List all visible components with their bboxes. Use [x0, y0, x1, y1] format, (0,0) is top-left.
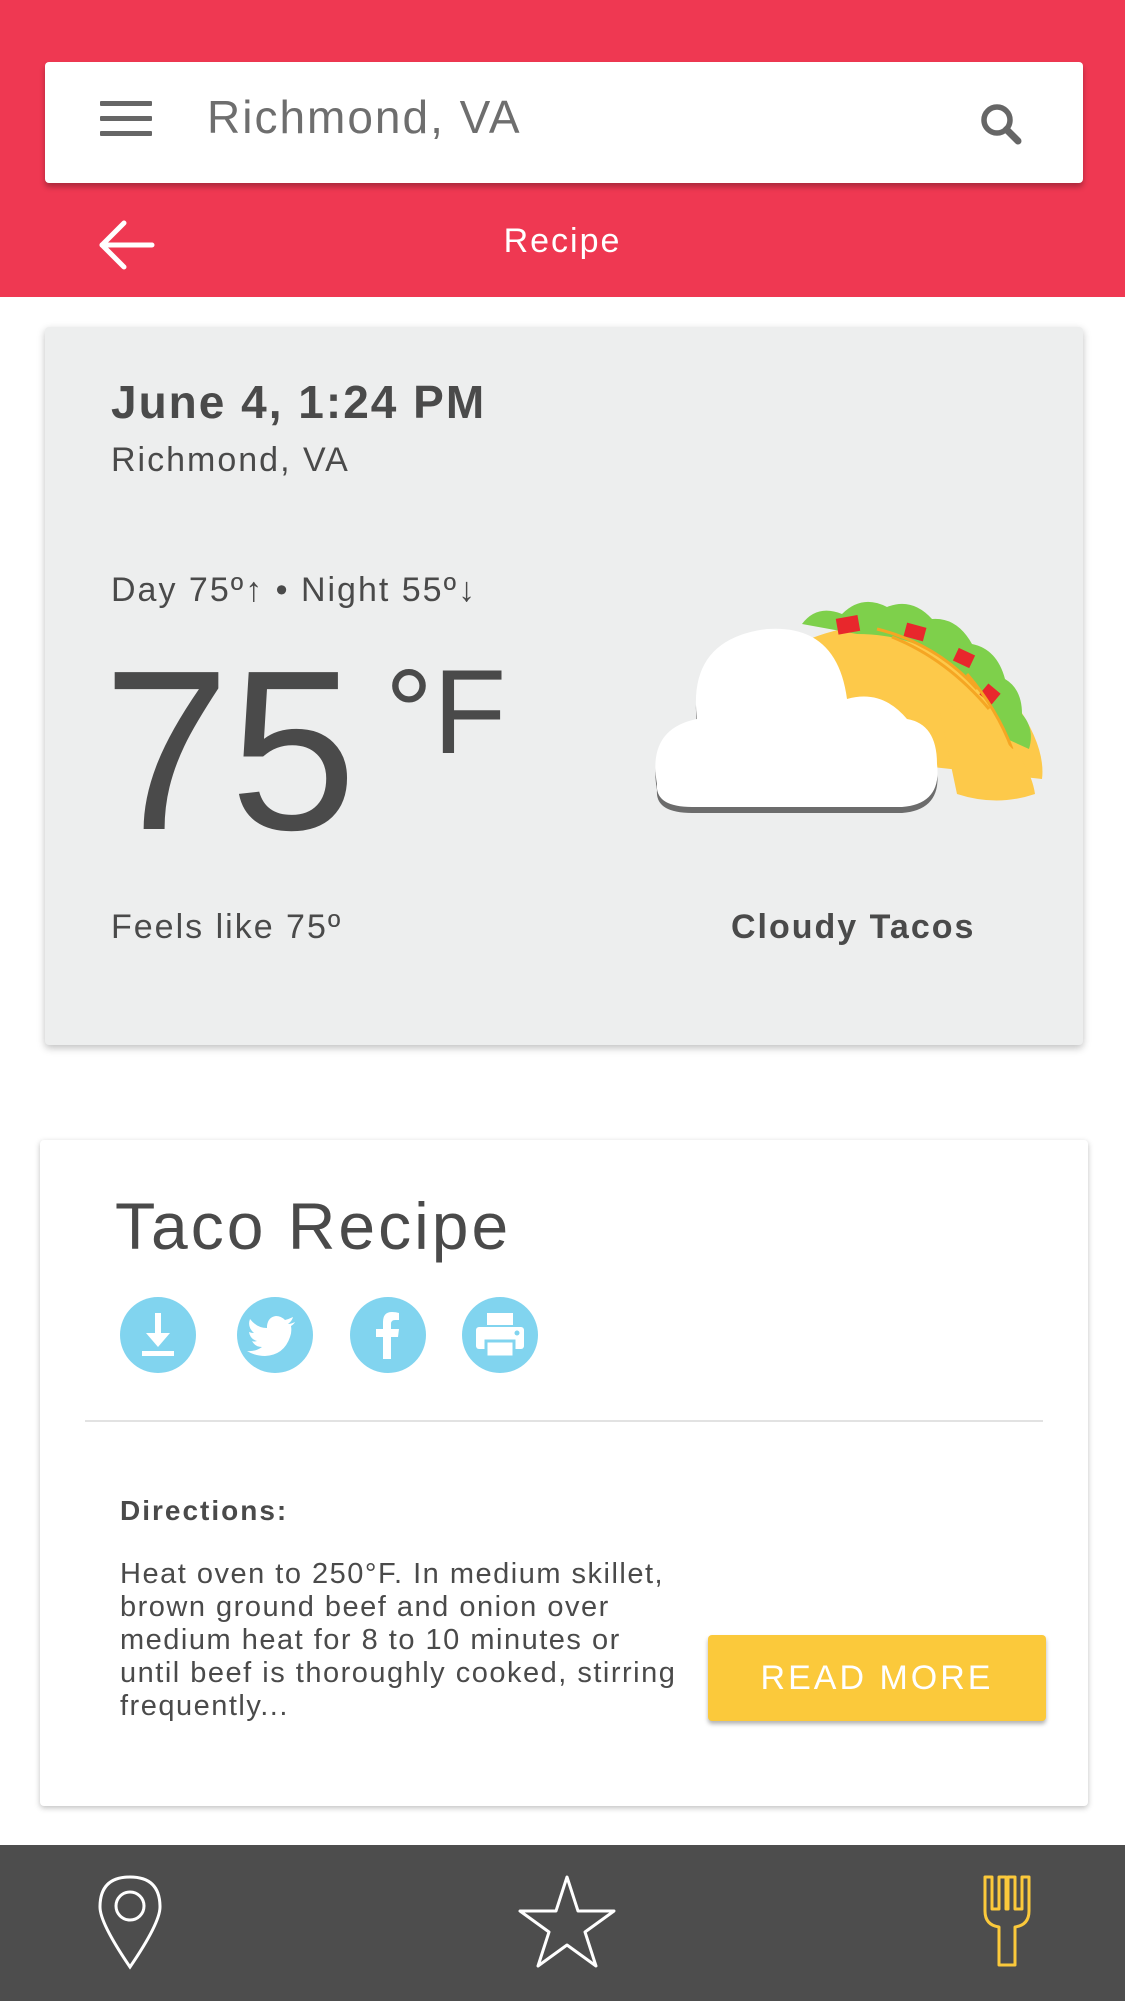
page-title: Recipe	[503, 222, 622, 260]
facebook-icon	[376, 1312, 399, 1359]
search-icon[interactable]	[973, 96, 1029, 152]
menu-icon[interactable]	[100, 100, 196, 148]
bottom-nav	[0, 1845, 1125, 2001]
recipe-card: Taco Recipe Directions: Heat oven to 250…	[40, 1140, 1088, 1806]
current-temperature: 75	[103, 624, 357, 878]
feels-like: Feels like 75º	[111, 908, 343, 946]
map-pin-icon	[98, 1875, 162, 1970]
print-icon	[476, 1313, 524, 1359]
weather-datetime: June 4, 1:24 PM	[111, 376, 487, 428]
directions-label: Directions:	[120, 1495, 289, 1526]
twitter-button[interactable]	[237, 1297, 313, 1373]
search-input[interactable]: Richmond, VA	[207, 90, 522, 144]
cloudy-taco-icon	[655, 601, 1043, 813]
temperature-unit: °F	[385, 645, 507, 779]
read-more-button[interactable]: READ MORE	[708, 1635, 1046, 1721]
twitter-icon	[247, 1316, 295, 1356]
weather-card: June 4, 1:24 PM Richmond, VA Day 75º↑ • …	[45, 327, 1083, 1045]
weather-location: Richmond, VA	[111, 441, 350, 479]
share-buttons	[120, 1297, 620, 1373]
nav-favorites[interactable]	[497, 1845, 637, 2001]
fork-icon	[983, 1875, 1031, 1967]
facebook-button[interactable]	[350, 1297, 426, 1373]
divider	[85, 1420, 1043, 1422]
download-button[interactable]	[120, 1297, 196, 1373]
recipe-title: Taco Recipe	[115, 1189, 512, 1263]
star-icon	[518, 1875, 616, 1968]
directions-text: Heat oven to 250°F. In medium skillet, b…	[120, 1558, 677, 1722]
app-header: Richmond, VA Recipe	[0, 0, 1125, 297]
search-bar[interactable]: Richmond, VA	[45, 62, 1083, 183]
day-night-temps: Day 75º↑ • Night 55º↓	[111, 571, 477, 609]
nav-location[interactable]	[60, 1845, 200, 2001]
print-button[interactable]	[462, 1297, 538, 1373]
weather-condition: Cloudy Tacos	[731, 908, 976, 946]
download-icon	[142, 1313, 174, 1356]
nav-recipes[interactable]	[935, 1845, 1075, 2001]
